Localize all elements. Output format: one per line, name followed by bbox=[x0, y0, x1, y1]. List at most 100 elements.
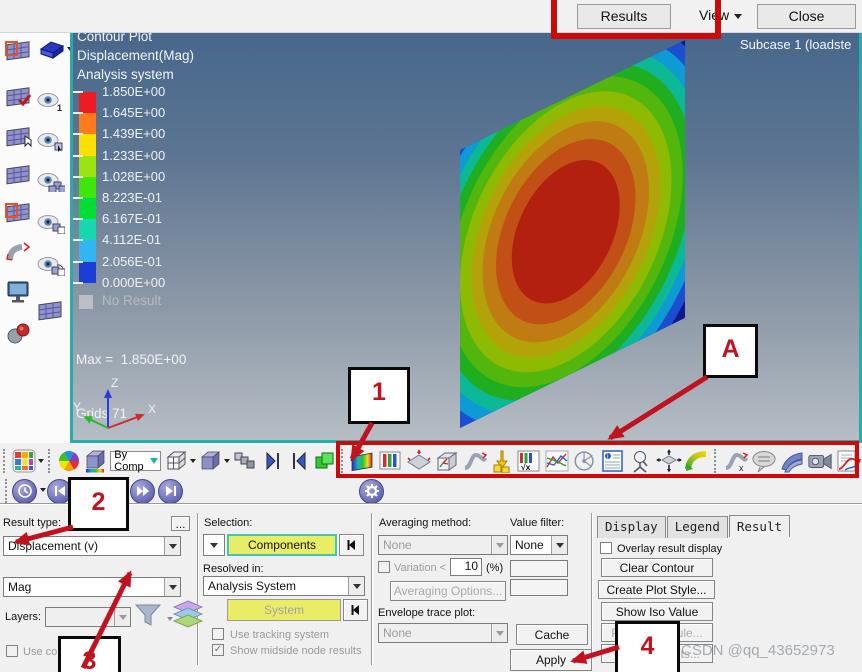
legend-color-segment bbox=[79, 219, 96, 241]
apply-button[interactable]: Apply bbox=[510, 649, 592, 671]
tab-result[interactable]: Result bbox=[728, 515, 790, 537]
watermark: CSDN @qq_43652973 bbox=[681, 642, 835, 659]
orientation-triad: Z X Y bbox=[73, 376, 156, 429]
annotation-rect-results bbox=[551, 0, 721, 39]
mesh-edit-panel-icon[interactable] bbox=[4, 122, 34, 150]
legend-value: 1.645E+00 bbox=[102, 105, 166, 121]
eye-parts-icon[interactable] bbox=[36, 210, 66, 238]
averaging-method-label: Averaging method: bbox=[379, 517, 472, 529]
annotation-box-3: 3 bbox=[58, 636, 121, 672]
fast-forward-button[interactable] bbox=[130, 478, 155, 504]
filter-funnel-icon[interactable] bbox=[134, 601, 164, 629]
resolved-in-dropdown[interactable]: Analysis System bbox=[203, 576, 365, 596]
chevron-down-icon[interactable] bbox=[190, 458, 197, 463]
mesh-shaded-panel-icon[interactable] bbox=[4, 160, 34, 188]
mesh-lines-panel-icon[interactable] bbox=[4, 36, 34, 64]
graphics-viewport[interactable]: Contour Plot Displacement(Mag) Analysis … bbox=[70, 33, 862, 443]
legend-color-segment bbox=[79, 176, 96, 198]
create-plot-style-button[interactable]: Create Plot Style... bbox=[598, 580, 715, 599]
reset-icon bbox=[347, 540, 355, 550]
screen-display-icon[interactable] bbox=[4, 278, 34, 306]
legend-tick bbox=[73, 91, 83, 93]
component-dropdown[interactable]: Mag bbox=[3, 577, 181, 597]
layers-stack-icon[interactable] bbox=[172, 599, 204, 629]
legend-value: 1.233E+00 bbox=[102, 147, 166, 163]
result-type-dropdown[interactable]: Displacement (v) bbox=[3, 536, 181, 556]
averaging-options-button: Averaging Options... bbox=[390, 581, 506, 601]
collector-reset-button[interactable] bbox=[339, 534, 364, 556]
cache-button[interactable]: Cache bbox=[516, 624, 588, 645]
eye-components-icon[interactable] bbox=[36, 168, 66, 196]
use-corner-data-checkbox[interactable] bbox=[6, 645, 18, 657]
chevron-down-icon bbox=[114, 608, 130, 626]
overlay-result-label: Overlay result display bbox=[617, 543, 723, 555]
last-frame-button[interactable] bbox=[158, 478, 183, 504]
spheres-panel-icon[interactable] bbox=[4, 320, 34, 348]
color-by-dropdown[interactable]: By Comp bbox=[110, 449, 161, 473]
clear-contour-button[interactable]: Clear Contour bbox=[601, 558, 713, 577]
variation-checkbox[interactable] bbox=[378, 561, 390, 573]
chevron-down-icon bbox=[348, 577, 364, 595]
triad-z-label: Z bbox=[111, 376, 118, 390]
display-options-icon[interactable] bbox=[12, 448, 36, 474]
mesh-outline-panel-icon[interactable] bbox=[4, 198, 34, 226]
eye-swap-icon[interactable] bbox=[36, 252, 66, 280]
legend-tick bbox=[73, 197, 83, 199]
color-wheel-icon[interactable] bbox=[57, 448, 81, 474]
collector-reset-button[interactable] bbox=[343, 599, 368, 621]
section-next-icon[interactable] bbox=[287, 448, 311, 474]
eye-entity-icon[interactable] bbox=[36, 128, 66, 156]
more-results-button[interactable]: ... bbox=[171, 516, 190, 531]
shaded-block-menu-icon[interactable] bbox=[36, 36, 66, 64]
shaded-mode-icon[interactable] bbox=[198, 448, 222, 474]
result-type-label: Result type: bbox=[3, 517, 62, 529]
annotation-box-4: 4 bbox=[615, 621, 680, 672]
chevron-down-icon[interactable] bbox=[38, 458, 45, 463]
show-midside-checkbox[interactable]: ✓ bbox=[212, 644, 224, 656]
toolbar-grip[interactable] bbox=[3, 448, 8, 473]
panel-separator bbox=[197, 513, 199, 665]
legend-color-segment bbox=[79, 113, 96, 135]
panel-separator bbox=[371, 513, 373, 665]
annotation-box-1: 1 bbox=[348, 367, 410, 424]
value-filter-min-input bbox=[510, 560, 568, 577]
components-collector-button[interactable]: Components bbox=[227, 534, 337, 556]
toolbar-grip[interactable] bbox=[48, 448, 53, 473]
top-menubar: Results View Close bbox=[0, 0, 862, 33]
layers-label: Layers: bbox=[5, 611, 42, 623]
legend-color-segment bbox=[79, 134, 96, 156]
section-cut-panel-icon[interactable] bbox=[4, 238, 34, 266]
mesh-small-icon[interactable] bbox=[36, 296, 66, 324]
animation-settings-button[interactable] bbox=[359, 478, 384, 504]
show-iso-value-button[interactable]: Show Iso Value bbox=[601, 602, 713, 621]
legend-tick bbox=[73, 133, 83, 136]
tab-display[interactable]: Display bbox=[597, 516, 666, 538]
eye-current-icon[interactable]: 1 bbox=[36, 88, 66, 116]
legend-tick bbox=[73, 112, 83, 115]
use-tracking-checkbox[interactable] bbox=[212, 628, 224, 640]
legend-title: Contour Plot Displacement(Mag) Analysis … bbox=[77, 33, 195, 82]
value-filter-dropdown[interactable]: None bbox=[510, 535, 568, 555]
contour-plot-model[interactable] bbox=[73, 33, 862, 440]
mesh-check-panel-icon[interactable] bbox=[4, 82, 34, 110]
chevron-down-icon[interactable] bbox=[224, 458, 231, 463]
selection-type-dropdown[interactable] bbox=[203, 534, 225, 556]
animation-toolbar bbox=[0, 478, 862, 504]
toolbar-grip[interactable] bbox=[5, 479, 10, 503]
chevron-down-icon bbox=[551, 536, 567, 554]
layers-dropdown bbox=[45, 607, 131, 627]
chevron-down-icon[interactable] bbox=[40, 488, 46, 492]
chevron-down-icon bbox=[491, 624, 507, 642]
variation-input[interactable]: 10 bbox=[450, 558, 482, 576]
close-button[interactable]: Close bbox=[757, 4, 856, 29]
animation-controls-button[interactable] bbox=[12, 478, 37, 504]
wireframe-mode-icon[interactable] bbox=[164, 448, 188, 474]
component-color-icon[interactable]: > bbox=[83, 448, 107, 474]
resolved-in-label: Resolved in: bbox=[203, 563, 264, 575]
overlay-result-checkbox[interactable] bbox=[600, 542, 612, 554]
tab-legend[interactable]: Legend bbox=[666, 516, 728, 538]
overlay-components-icon[interactable] bbox=[313, 448, 337, 474]
use-tracking-label: Use tracking system bbox=[230, 629, 330, 641]
section-prev-icon[interactable] bbox=[260, 448, 284, 474]
mask-panel-icon[interactable] bbox=[232, 448, 258, 474]
